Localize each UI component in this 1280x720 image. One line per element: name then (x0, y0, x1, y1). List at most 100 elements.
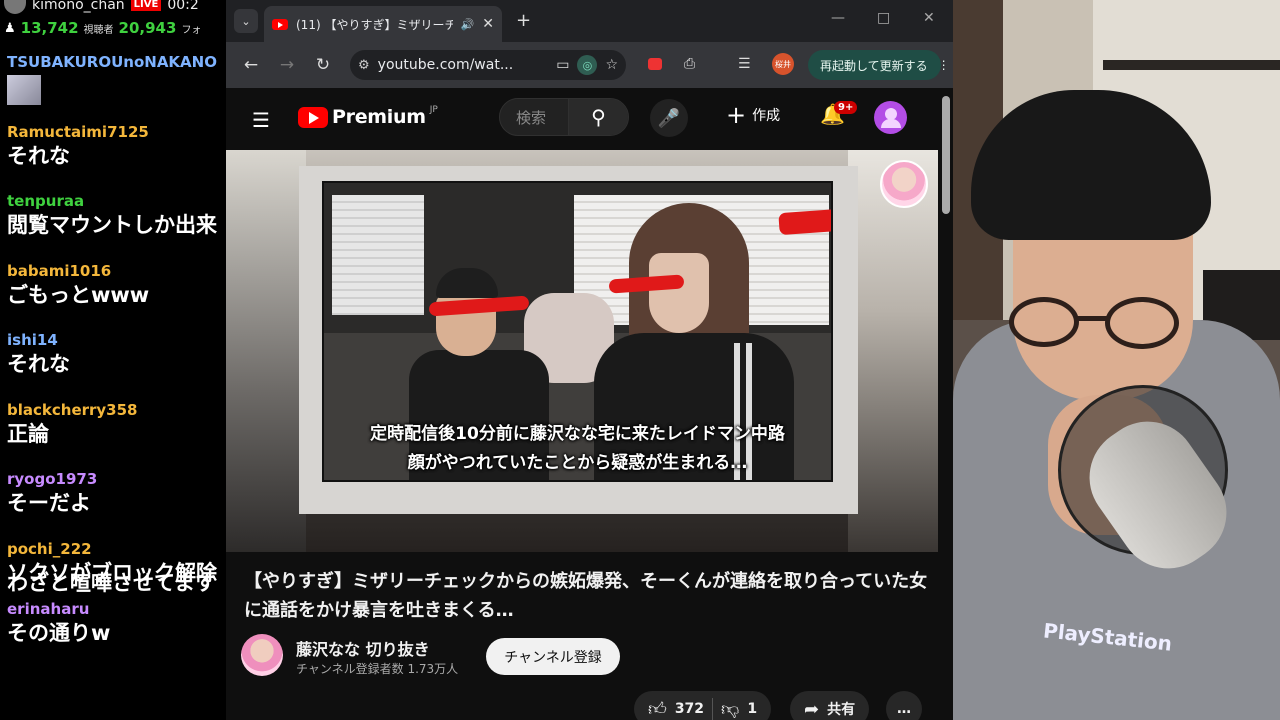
like-count[interactable]: 372 (675, 701, 704, 717)
restart-label: 再起動して更新する (820, 58, 928, 73)
page-scrollbar[interactable] (942, 96, 950, 214)
youtube-favicon-icon (272, 18, 288, 30)
stream-header: kimono_chan LIVE 00:2 ♟ 13,742 視聴者 20,94… (0, 0, 226, 46)
redaction-mark (778, 208, 831, 236)
chat-message: blackcherry358 正論 (7, 400, 226, 470)
chat-text: それな (7, 352, 70, 376)
chat-text: それな (7, 143, 70, 168)
video-title: 【やりすぎ】ミザリーチェックからの嫉妬爆発、そーくんが連絡を取り合っていた女に通… (244, 571, 928, 621)
new-tab-icon[interactable]: + (516, 10, 531, 31)
profile-avatar[interactable]: 桜井 (772, 53, 794, 75)
chat-text: 正論 (7, 421, 49, 446)
subscribe-button[interactable]: チャンネル登録 (486, 638, 620, 675)
microphone-icon[interactable]: 🎤 (650, 99, 688, 137)
extension-icon[interactable]: ⎙ (684, 56, 695, 72)
followers-label: フォ (181, 24, 202, 36)
youtube-extension-icon[interactable] (648, 58, 662, 70)
minimize-icon[interactable]: — (831, 10, 845, 26)
chat-message: Ramuctaimi7125 それな (7, 122, 226, 192)
chat-username[interactable]: blackcherry358 (7, 400, 226, 420)
live-badge: LIVE (130, 0, 162, 11)
close-icon[interactable]: ✕ (482, 16, 494, 32)
avatar-body (880, 119, 901, 128)
playlist-icon[interactable]: ☰ (738, 56, 751, 72)
window-close-icon[interactable]: ✕ (923, 10, 935, 26)
chat-message: erinaharu その通りw (7, 599, 226, 669)
blind-left (332, 195, 424, 315)
plus-icon: + (726, 101, 747, 129)
share-icon: ➦ (804, 698, 820, 720)
maximize-icon[interactable]: □ (877, 10, 890, 26)
tune-icon[interactable]: ⚙ (358, 58, 370, 73)
url-text[interactable]: youtube.com/wat... (378, 57, 549, 73)
thumbs-up-icon[interactable]: 👍︎ (648, 698, 667, 720)
address-bar[interactable]: ⚙ youtube.com/wat... ▭ ◎ ☆ (350, 50, 626, 80)
chat-username[interactable]: TSUBAKUROUnoNAKANO (7, 52, 226, 72)
chat-text: わざと喧嘩させてます (7, 571, 216, 595)
hamburger-menu-icon[interactable]: ☰ (252, 108, 270, 132)
speaker-icon[interactable]: 🔊 (461, 18, 475, 31)
screen: kimono_chan LIVE 00:2 ♟ 13,742 視聴者 20,94… (0, 0, 1280, 720)
chat-text: そーだよ (7, 491, 91, 515)
dislike-count[interactable]: 1 (747, 701, 757, 717)
stream-time: 00:2 (167, 0, 199, 13)
chat-message: ryogo1973 そーだよ (7, 469, 226, 539)
video-subtitle-line2: 顔がやつれていたことから疑惑が生まれる… (407, 453, 748, 473)
chat-text: ごもっとwww (7, 282, 150, 307)
people-icon: ♟ (4, 20, 16, 36)
cast-icon[interactable]: ▭ (556, 57, 569, 73)
chevron-down-icon[interactable]: ⌄ (234, 9, 258, 33)
stream-header-row: kimono_chan LIVE 00:2 (4, 0, 222, 14)
chat-username[interactable]: ryogo1973 (7, 469, 226, 489)
video-player[interactable]: 定時配信後10分前に藤沢なな宅に来たレイドマン中路 顔がやつれていたことから疑惑… (226, 150, 938, 552)
channel-avatar[interactable] (241, 634, 283, 676)
more-actions-button[interactable]: … (886, 691, 922, 720)
video-inner-scene: 定時配信後10分前に藤沢なな宅に来たレイドマン中路 顔がやつれていたことから疑惑… (322, 181, 833, 482)
chat-message: わざと喧嘩させてます (7, 569, 226, 599)
menu-dots-icon: ⋮ (937, 58, 950, 72)
create-label: 作成 (752, 108, 781, 124)
region-label: JP (429, 105, 438, 115)
chat-username[interactable]: erinaharu (7, 599, 226, 619)
search-box: 検索 ⚲ (499, 98, 629, 136)
streamer-name: kimono_chan (32, 0, 125, 13)
create-button[interactable]: + 作成 (726, 101, 781, 129)
stream-stats: ♟ 13,742 視聴者 20,943 フォ (4, 14, 222, 42)
followers-count: 20,943 (118, 19, 177, 37)
search-icon[interactable]: ⚲ (568, 99, 628, 135)
chat-message: tenpuraa 閲覧マウントしか出来 (7, 191, 226, 261)
chat-message: ishi14 それな (7, 330, 226, 400)
reload-icon[interactable]: ↻ (308, 50, 338, 80)
channel-name[interactable]: 藤沢なな 切り抜き (296, 636, 430, 660)
thumbs-down-icon[interactable]: 👎︎ (721, 698, 739, 720)
lens-icon[interactable]: ◎ (577, 55, 598, 75)
channel-subscriber-count: チャンネル登録者数 1.73万人 (296, 662, 459, 676)
chat-message: babami1016 ごもっとwww (7, 261, 226, 331)
restart-update-button[interactable]: 再起動して更新する ⋮ (808, 50, 950, 80)
forward-icon[interactable]: → (272, 50, 302, 80)
share-label: 共有 (827, 702, 856, 718)
star-icon[interactable]: ☆ (605, 57, 618, 73)
chat-sticker (7, 75, 41, 105)
brand-text: Premium (332, 106, 426, 128)
browser-window: ⌄ (11) 【やりすぎ】ミザリーチェック 🔊 ✕ + — □ ✕ ← → ↻ … (226, 0, 953, 720)
channel-watermark[interactable] (880, 160, 928, 208)
share-button[interactable]: ➦ 共有 (790, 691, 870, 720)
chat-username[interactable]: Ramuctaimi7125 (7, 122, 226, 142)
video-bg-left (226, 150, 306, 552)
search-input[interactable]: 検索 (500, 99, 568, 135)
viewers-label: 視聴者 (83, 24, 114, 36)
back-icon[interactable]: ← (236, 50, 266, 80)
tab-title: (11) 【やりすぎ】ミザリーチェック (296, 17, 453, 32)
account-avatar[interactable] (874, 101, 907, 134)
youtube-logo[interactable]: Premium JP (298, 105, 438, 128)
video-subtitle-line1: 定時配信後10分前に藤沢なな宅に来たレイドマン中路 (370, 424, 785, 444)
youtube-play-icon (298, 106, 328, 128)
chat-username[interactable]: ishi14 (7, 330, 226, 350)
tab-youtube[interactable]: (11) 【やりすぎ】ミザリーチェック 🔊 ✕ (264, 6, 502, 42)
chat-username[interactable]: babami1016 (7, 261, 226, 281)
video-bg-right (848, 150, 938, 552)
person-right-face (649, 253, 709, 333)
chat-username[interactable]: tenpuraa (7, 191, 226, 211)
chat-username[interactable]: pochi_222 (7, 539, 226, 559)
